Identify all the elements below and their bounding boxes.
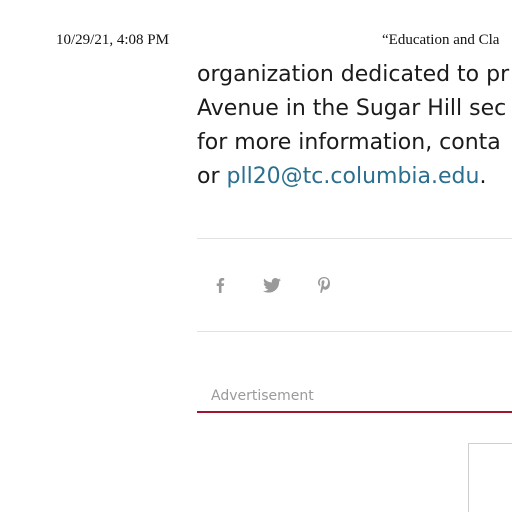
article-body: organization dedicated to pr Avenue in t… [197, 58, 512, 194]
article-line: organization dedicated to pr [197, 62, 510, 87]
share-bar [197, 268, 512, 300]
advertisement-divider [197, 411, 512, 413]
email-link[interactable]: pll20@tc.columbia.edu [227, 164, 480, 189]
pinterest-icon[interactable] [313, 274, 335, 296]
print-title: “Education and Cla [382, 32, 500, 48]
print-date: 10/29/21, 4:08 PM [56, 32, 169, 48]
twitter-icon[interactable] [261, 274, 283, 296]
article-line: Avenue in the Sugar Hill sec [197, 96, 507, 121]
print-header: 10/29/21, 4:08 PM “Education and Cla [0, 32, 512, 52]
advertisement-label: Advertisement [211, 388, 314, 404]
divider-top [197, 238, 512, 239]
divider-bottom [197, 331, 512, 332]
facebook-icon[interactable] [209, 274, 231, 296]
article-line-suffix: . [479, 164, 487, 189]
article-line-prefix: or [197, 164, 227, 189]
article-line: or pll20@tc.columbia.edu. [197, 160, 512, 194]
article-line: for more information, conta [197, 130, 501, 155]
advertisement-frame[interactable] [468, 443, 512, 512]
